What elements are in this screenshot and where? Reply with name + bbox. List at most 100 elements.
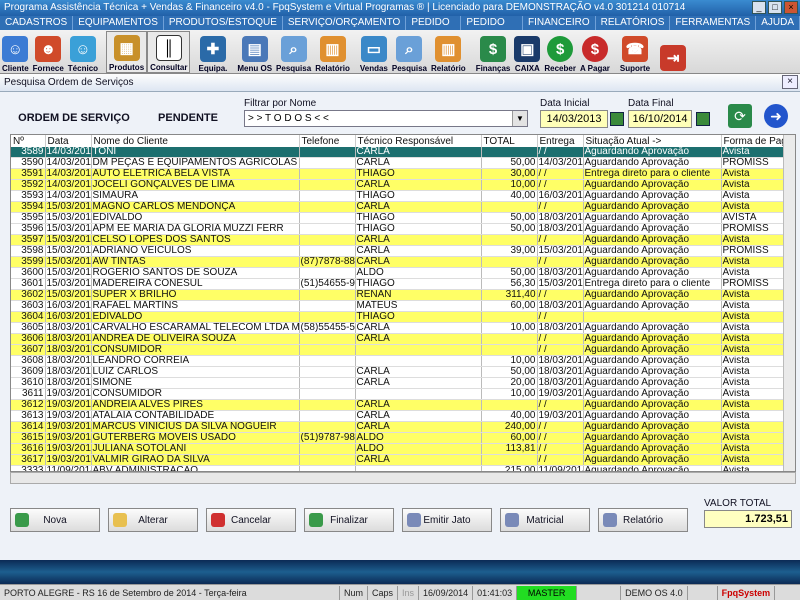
maximize-button[interactable]: □ [768, 1, 782, 14]
table-row[interactable]: 361119/03/2013CONSUMIDOR10,0019/03/2013A… [11, 388, 795, 401]
table-row[interactable]: 359314/03/2013SIMAURA THIAGO40,0016/03/20… [11, 190, 795, 203]
menu-bar: CADASTROS EQUIPAMENTOS PRODUTOS/ESTOQUE … [0, 16, 800, 42]
menu-pedido-vendas[interactable]: PEDIDO VENDAS [406, 16, 462, 42]
filter-select[interactable]: > > T O D O S < < ▼ [244, 110, 528, 127]
table-row[interactable]: 359415/03/2013MAGNO CARLOS MENDONÇA CARLA… [11, 201, 795, 214]
nova-button[interactable]: Nova [10, 508, 100, 532]
menu-os-button[interactable]: ▤ Menu OS [235, 31, 274, 73]
table-row[interactable]: 361519/03/2013GUTERBERG MOVEIS USADO(51)… [11, 432, 795, 445]
table-row[interactable]: 361719/03/2013VALMIR GIRAO DA SILVA CARLA… [11, 454, 795, 467]
cell-situacao: Aguardando Aprovação [583, 366, 722, 379]
menu-cadastros[interactable]: CADASTROS [0, 16, 74, 30]
cancelar-button[interactable]: Cancelar [206, 508, 296, 532]
calendar-icon[interactable] [696, 112, 710, 126]
table-row[interactable]: 359114/03/2013AUTO ELETRICA BELA VISTA TH… [11, 168, 795, 181]
vertical-scrollbar[interactable] [783, 135, 795, 471]
cell-total: 50,00 [481, 212, 538, 225]
exit-button[interactable]: ⇥ [658, 31, 688, 73]
relatorio-button[interactable]: Relatório [598, 508, 688, 532]
table-row[interactable]: 360618/03/2013ANDREA DE OLIVEIRA SOUZA CA… [11, 333, 795, 346]
vendas-button[interactable]: ▭ Vendas [358, 31, 390, 73]
table-row[interactable]: 359014/03/2013DM PEÇAS E EQUIPAMENTOS AG… [11, 157, 795, 170]
table-row[interactable]: 361219/03/2013ANDREIA ALVES PIRES CARLA / … [11, 399, 795, 412]
horizontal-scrollbar[interactable] [10, 472, 796, 484]
table-row[interactable]: 360818/03/2013LEANDRO CORREIA10,0018/03/… [11, 355, 795, 368]
calendar-icon[interactable] [610, 112, 624, 126]
tecnico-button[interactable]: ☺ Técnico [66, 31, 100, 73]
close-button[interactable]: × [784, 1, 798, 14]
table-row[interactable]: 360718/03/2013CONSUMIDOR / /Aguardando Ap… [11, 344, 795, 357]
produtos-button[interactable]: ▦ Produtos [106, 31, 148, 73]
data-inicial-field[interactable]: 14/03/2013 [540, 110, 608, 128]
col-cliente[interactable]: Nome do Cliente [91, 135, 300, 147]
cell-cliente: CONSUMIDOR [91, 388, 300, 401]
suporte-button[interactable]: ☎ Suporte [618, 31, 652, 73]
cell-telefone [299, 377, 356, 390]
relatorio-vendas-button[interactable]: ▥ Relatório [429, 31, 468, 73]
menu-financeiro[interactable]: FINANCEIRO [523, 16, 596, 30]
minimize-button[interactable]: _ [752, 1, 766, 14]
table-row[interactable]: 361419/03/2013MARCUS VINICIUS DA SILVA N… [11, 421, 795, 434]
table-row[interactable]: 360918/03/2013LUIZ CARLOSCARLA50,0018/03… [11, 366, 795, 379]
table-row[interactable]: 359715/03/2013CELSO LOPES DOS SANTOS CARL… [11, 234, 795, 247]
col-total[interactable]: TOTAL [481, 135, 538, 147]
table-row[interactable]: 360518/03/2013CARVALHO ESCARAMAL TELECOM… [11, 322, 795, 335]
panel-close-button[interactable]: × [782, 75, 798, 89]
emitir-jato-button[interactable]: Emitir Jato [402, 508, 492, 532]
table-row[interactable]: 360115/03/2013MADEREIRA CONESUL(51)54655… [11, 278, 795, 291]
col-numero[interactable]: Nº [11, 135, 46, 147]
chevron-down-icon[interactable]: ▼ [512, 111, 527, 126]
table-row[interactable]: 359915/03/2013AW TINTAS(87)7878-88777CAR… [11, 256, 795, 269]
cell-data: 19/03/2013 [45, 454, 92, 467]
table-row[interactable]: 360316/03/2013RAFAEL MARTINS MATEUS60,001… [11, 300, 795, 313]
caixa-button[interactable]: ▣ CAIXA [512, 31, 542, 73]
pesquisa-os-button[interactable]: ⌕ Pesquisa [274, 31, 313, 73]
pagar-button[interactable]: $ A Pagar [578, 31, 612, 73]
cell-tecnico [355, 344, 482, 357]
menu-ferramentas[interactable]: FERRAMENTAS [670, 16, 757, 30]
table-row[interactable]: 359815/03/2013ADRIANO VEICULOSCARLA39,00… [11, 245, 795, 258]
table-row[interactable]: 361018/03/2013SIMONECARLA20,0018/03/2013… [11, 377, 795, 390]
menu-servico-orcamento[interactable]: SERVIÇO/ORÇAMENTO [283, 16, 407, 30]
col-telefone[interactable]: Telefone [299, 135, 356, 147]
cell-tecnico: CARLA [355, 366, 482, 379]
pesquisa-vendas-button[interactable]: ⌕ Pesquisa [390, 31, 429, 73]
table-row[interactable]: 361619/03/2013JULIANA SOTOLANI ALDO113,81… [11, 443, 795, 456]
menu-equipamentos[interactable]: EQUIPAMENTOS [73, 16, 164, 30]
col-situacao[interactable]: Situação Atual -> [583, 135, 722, 147]
cell-telefone [299, 410, 356, 423]
table-row[interactable]: 360215/03/2013SUPER X BRILHO RENAN311,40/… [11, 289, 795, 302]
cliente-button[interactable]: ☺ Cliente [0, 31, 31, 73]
cell-numero: 3617 [11, 454, 46, 467]
cell-cliente: CELSO LOPES DOS SANTOS [91, 234, 300, 247]
data-final-field[interactable]: 16/10/2014 [628, 110, 692, 128]
relatorio-os-button[interactable]: ▥ Relatório [313, 31, 352, 73]
menu-produtos-estoque[interactable]: PRODUTOS/ESTOQUE [164, 16, 283, 30]
equipamento-button[interactable]: ✚ Equipa. [196, 31, 229, 73]
cell-situacao: Aguardando Aprovação [583, 289, 722, 302]
col-tecnico[interactable]: Técnico Responsável [355, 135, 482, 147]
table-row[interactable]: 359214/03/2013JOCELI GONÇALVES DE LIMA CA… [11, 179, 795, 192]
finalizar-button[interactable]: Finalizar [304, 508, 394, 532]
table-row[interactable]: 358914/03/2013TONI CARLA / /Aguardando Apr… [11, 147, 795, 159]
table-row[interactable]: 359515/03/2013EDIVALDO THIAGO50,0018/03/2… [11, 212, 795, 225]
col-entrega[interactable]: Entrega [537, 135, 584, 147]
menu-ajuda[interactable]: AJUDA [756, 16, 800, 30]
table-row[interactable]: 360015/03/2013ROGERIO SANTOS DE SOUZA ALD… [11, 267, 795, 280]
fornecedor-button[interactable]: ☻ Fornece [31, 31, 66, 73]
matricial-button[interactable]: Matricial [500, 508, 590, 532]
cell-data: 19/03/2013 [45, 421, 92, 434]
menu-pedido-compras[interactable]: PEDIDO COMPRAS [461, 16, 523, 42]
table-row[interactable]: 359615/03/2013APM EE MARIA DA GLORIA MUZ… [11, 223, 795, 236]
receber-button[interactable]: $ Receber [542, 31, 578, 73]
refresh-button[interactable]: ⟳ [728, 104, 752, 128]
cell-entrega: 18/03/2013 [537, 223, 584, 236]
consultar-button[interactable]: ║ Consultar [147, 31, 191, 73]
table-row[interactable]: 360416/03/2013EDIVALDOTHIAGO/ /Avista [11, 311, 795, 324]
table-row[interactable]: 361319/03/2013ATALAIA CONTABILIDADECARLA… [11, 410, 795, 423]
menu-relatorios[interactable]: RELATÓRIOS [596, 16, 671, 30]
go-button[interactable]: ➜ [764, 104, 788, 128]
financas-button[interactable]: $ Finanças [474, 31, 513, 73]
col-data[interactable]: Data [45, 135, 92, 147]
alterar-button[interactable]: Alterar [108, 508, 198, 532]
